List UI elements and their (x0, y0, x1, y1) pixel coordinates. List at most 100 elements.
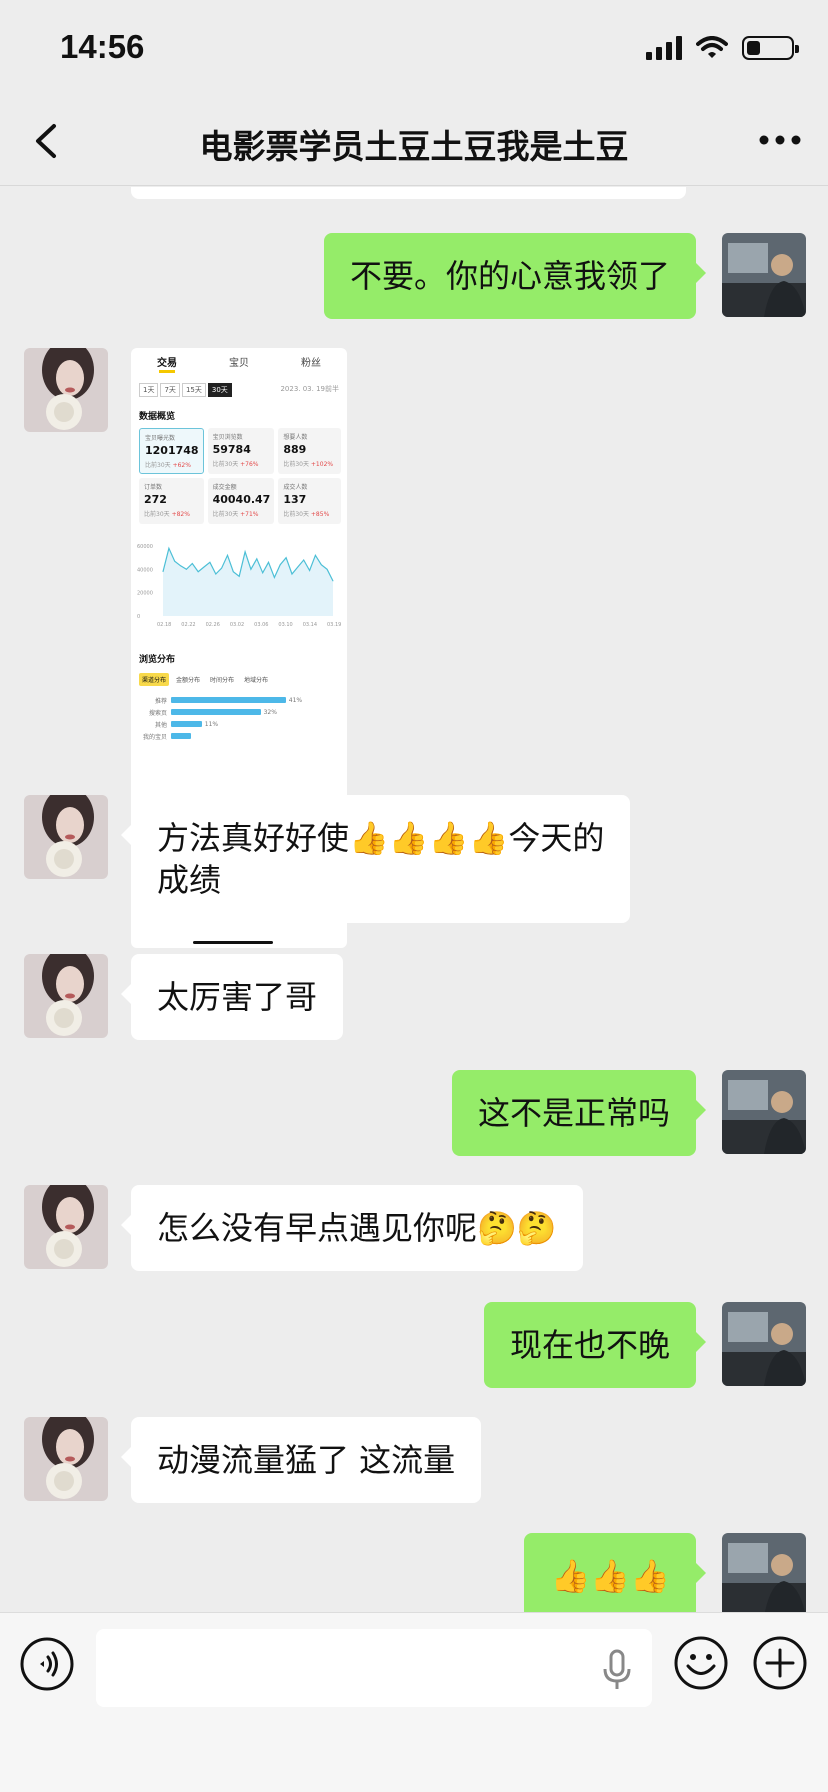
distribution-tab: 时间分布 (210, 677, 235, 684)
distribution-label: 我的宝贝 (142, 733, 167, 741)
chart-point (215, 573, 217, 575)
chart-point (273, 577, 275, 578)
message-input[interactable] (96, 1629, 652, 1707)
y-tick-label: 0 (137, 614, 140, 620)
my-avatar[interactable] (722, 1302, 806, 1386)
incoming-message-bubble[interactable]: 动漫流量猛了 这流量 (120, 1417, 482, 1503)
contact-avatar[interactable] (24, 954, 108, 1038)
stat-value: 889 (283, 443, 307, 456)
stat-card: 想要人数 889 比前30天 +102% (278, 428, 341, 474)
chart-area (163, 548, 333, 616)
distribution-row: 我的宝贝 (139, 730, 347, 742)
stat-label: 宝贝浏览数 (212, 434, 243, 441)
stat-change: 比前30天 +62% (145, 462, 191, 469)
x-tick-label: 02.18 (157, 622, 171, 628)
stat-label: 想要人数 (283, 434, 308, 441)
chat-title: 电影票学员土豆土豆我是土豆 (199, 127, 629, 166)
image-date: 2023. 03. 19前半 (280, 385, 339, 393)
stat-change: 比前30天 +76% (212, 461, 259, 468)
emoji-icon[interactable] (673, 1635, 729, 1691)
distribution-label: 其他 (154, 721, 167, 729)
stat-value: 272 (144, 493, 167, 506)
stat-card: 订单数 272 比前30天 +82% (139, 478, 204, 524)
distribution-tabs: 渠道分布 金额分布 时间分布 地域分布 (139, 673, 347, 686)
outgoing-message-bubble[interactable]: 不要。你的心意我领了 (323, 233, 707, 319)
chart-point (297, 566, 299, 568)
chart-point (191, 563, 193, 564)
stat-card: 宝贝曝光数 1201748 比前30天 +62% (139, 428, 204, 474)
distribution-label: 搜索页 (148, 709, 167, 717)
stat-card: 宝贝浏览数 59784 比前30天 +76% (207, 428, 275, 474)
message-text: 现在也不晚 (509, 1326, 670, 1364)
chat-message-list[interactable]: 不要。你的心意我领了 交易 宝贝 粉丝 1天 7天 15天 30天 2023. … (0, 187, 828, 1612)
input-bar (0, 1612, 828, 1792)
incoming-message-bubble[interactable]: 太厉害了哥 (120, 954, 344, 1040)
outgoing-message-bubble[interactable]: 👍👍👍 (524, 1533, 706, 1612)
stat-label: 成交金额 (212, 484, 237, 491)
stat-change: 比前30天 +85% (283, 511, 330, 518)
message-text: 动漫流量猛了 这流量 (157, 1441, 456, 1479)
image-stat-grid: 宝贝曝光数 1201748 比前30天 +62% 宝贝浏览数 59784 比前3… (139, 428, 341, 524)
chart-point (232, 571, 234, 573)
more-dots-icon[interactable] (756, 124, 804, 156)
distribution-label: 推荐 (154, 697, 167, 705)
message-text: 太厉害了哥 (157, 978, 318, 1016)
contact-avatar[interactable] (24, 348, 108, 432)
message-text: 方法真好好使👍👍👍👍今天的 (157, 819, 605, 857)
chart-point (244, 551, 246, 553)
chart-point (209, 561, 211, 563)
range-option: 7天 (160, 383, 180, 397)
stat-value: 137 (283, 493, 307, 506)
x-tick-label: 03.14 (303, 622, 317, 628)
status-time: 14:56 (60, 28, 145, 65)
status-icons (646, 36, 799, 60)
chart-point (197, 571, 199, 573)
x-tick-label: 02.22 (181, 622, 195, 628)
range-option: 30天 (207, 383, 232, 397)
chart-point (309, 570, 310, 571)
stat-value: 59784 (212, 443, 251, 456)
chart-point (262, 572, 264, 574)
message-text: 👍👍👍 (550, 1557, 670, 1595)
message-text: 不要。你的心意我领了 (349, 257, 670, 295)
chart-point (227, 554, 228, 556)
chart-point (162, 571, 164, 573)
y-tick-label: 40000 (137, 567, 153, 573)
distribution-bars: 推荐 41% 搜索页 32% 其他 11% 我的宝贝 (139, 694, 347, 742)
distribution-bar (171, 721, 202, 727)
x-tick-label: 02.26 (206, 622, 220, 628)
chart-point (268, 561, 269, 563)
my-avatar[interactable] (722, 1533, 806, 1612)
distribution-bar (171, 709, 261, 715)
distribution-tab: 地域分布 (244, 677, 269, 684)
chart-point (203, 566, 205, 568)
outgoing-message-bubble[interactable]: 这不是正常吗 (451, 1070, 707, 1156)
distribution-row: 推荐 41% (139, 694, 347, 706)
status-bar: 14:56 (0, 0, 828, 96)
chart-point (303, 559, 305, 561)
contact-avatar[interactable] (24, 795, 108, 879)
stat-label: 宝贝曝光数 (145, 435, 176, 442)
chart-point (221, 567, 223, 569)
my-avatar[interactable] (722, 1070, 806, 1154)
voice-icon[interactable] (20, 1637, 74, 1691)
stat-change: 比前30天 +102% (283, 461, 334, 468)
message-text: 怎么没有早点遇见你呢🤔🤔 (157, 1209, 557, 1247)
plus-icon[interactable] (752, 1635, 808, 1691)
microphone-icon[interactable] (600, 1649, 634, 1691)
incoming-message-bubble[interactable]: 方法真好好使👍👍👍👍今天的 成绩 (120, 795, 631, 923)
x-tick-label: 03.19 (327, 622, 341, 628)
image-section-title: 数据概览 (139, 412, 176, 422)
battery-icon (742, 36, 799, 60)
contact-avatar[interactable] (24, 1185, 108, 1269)
distribution-tab: 金额分布 (176, 677, 201, 684)
chart-point (315, 554, 316, 556)
outgoing-message-bubble[interactable]: 现在也不晚 (483, 1302, 707, 1388)
contact-avatar[interactable] (24, 1417, 108, 1501)
stat-label: 订单数 (144, 484, 163, 491)
my-avatar[interactable] (722, 233, 806, 317)
incoming-message-bubble[interactable]: 怎么没有早点遇见你呢🤔🤔 (121, 1185, 583, 1271)
cellular-signal-icon (646, 36, 682, 60)
message-text: 这不是正常吗 (477, 1094, 670, 1132)
message-text: 成绩 (157, 861, 222, 899)
